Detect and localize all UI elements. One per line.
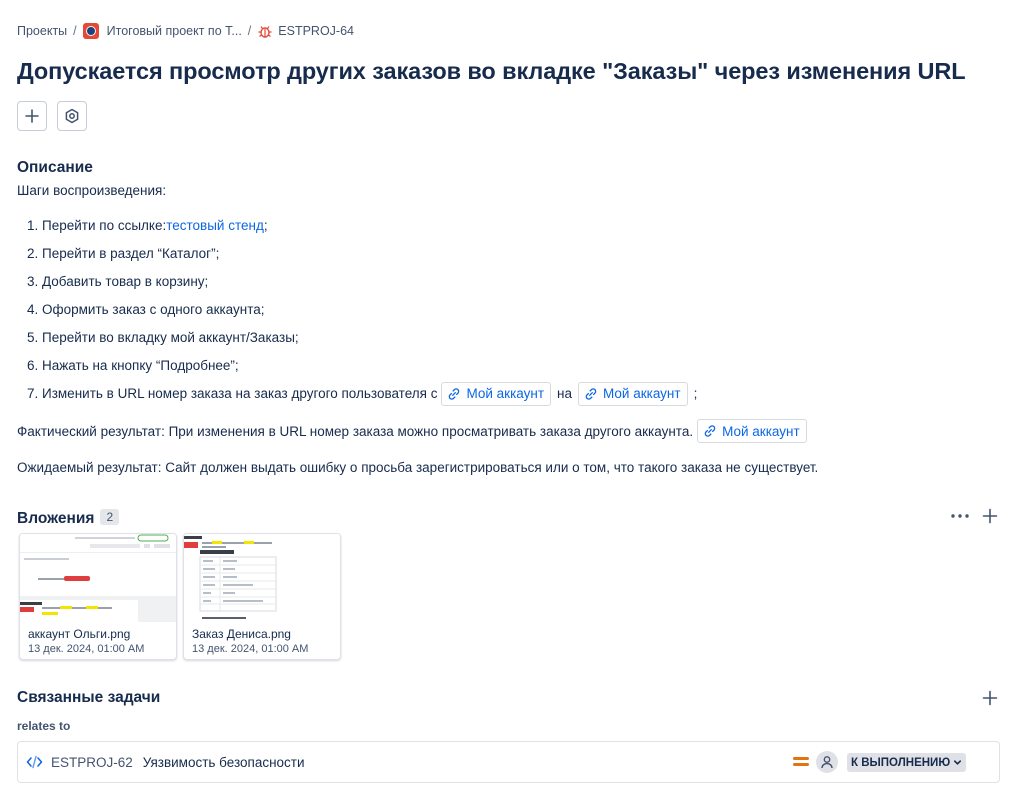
priority-medium-icon [793, 755, 809, 767]
attachment-date: 13 дек. 2024, 01:00 AM [192, 643, 309, 655]
add-button[interactable] [17, 101, 47, 131]
steps-list: 1. Перейти по ссылке: тестовый стенд ; 2… [27, 212, 697, 408]
expected-result: Ожидаемый результат: Сайт должен выдать … [17, 460, 819, 475]
linked-issues-heading: Связанные задачи [17, 689, 161, 706]
step-punct: ; [693, 386, 698, 401]
step-text: 2. Перейти в раздел “Каталог”; [27, 246, 220, 261]
breadcrumb-separator: / [73, 24, 77, 38]
status-dropdown[interactable]: К ВЫПОЛНЕНИЮ [847, 753, 967, 772]
attachments-heading: Вложения 2 [17, 509, 120, 528]
step-text: 7. Изменить в URL номер заказа на заказ … [27, 386, 438, 401]
my-account-link-chip[interactable]: Мой аккаунт [441, 382, 552, 406]
step-text: 1. Перейти по ссылке: [27, 218, 167, 233]
my-account-link-chip[interactable]: Мой аккаунт [697, 419, 807, 443]
breadcrumb: Проекты / Итоговый проект по Т... / ESTP… [17, 23, 354, 39]
breadcrumb-issue-key[interactable]: ESTPROJ-64 [278, 24, 354, 38]
attachment-card[interactable]: аккаунт Ольги.png 13 дек. 2024, 01:00 AM [19, 533, 177, 660]
relation-label: relates to [17, 719, 71, 733]
bug-icon [257, 23, 273, 39]
step-text: на [557, 386, 572, 401]
settings-icon [65, 108, 79, 124]
list-item: 6. Нажать на кнопку “Подробнее”; [27, 352, 697, 380]
status-label: К ВЫПОЛНЕНИЮ [851, 756, 951, 769]
attachment-thumbnail [20, 534, 176, 622]
list-item: 4. Оформить заказ с одного аккаунта; [27, 296, 697, 324]
list-item: 1. Перейти по ссылке: тестовый стенд ; [27, 212, 697, 240]
step-text: 4. Оформить заказ с одного аккаунта; [27, 302, 265, 317]
breadcrumb-projects-link[interactable]: Проекты [17, 24, 67, 38]
more-icon[interactable] [950, 508, 970, 524]
linked-issue-key[interactable]: ESTPROJ-62 [51, 755, 133, 770]
list-item: 5. Перейти во вкладку мой аккаунт/Заказы… [27, 324, 697, 352]
code-icon [26, 755, 43, 769]
attachment-card[interactable]: Заказ Дениса.png 13 дек. 2024, 01:00 AM [183, 533, 341, 660]
step-text: 5. Перейти во вкладку мой аккаунт/Заказы… [27, 330, 299, 345]
linked-issue-row[interactable]: ESTPROJ-62 Уязвимость безопасности К ВЫП… [17, 741, 1000, 783]
breadcrumb-separator: / [247, 24, 252, 38]
list-item: 7. Изменить в URL номер заказа на заказ … [27, 380, 697, 408]
list-item: 3. Добавить товар в корзину; [27, 268, 697, 296]
list-item: 2. Перейти в раздел “Каталог”; [27, 240, 697, 268]
plus-icon[interactable] [982, 690, 998, 706]
link-icon [704, 425, 716, 437]
step-text: 6. Нажать на кнопку “Подробнее”; [27, 358, 239, 373]
attachment-name: аккаунт Ольги.png [28, 627, 131, 641]
issue-title[interactable]: Допускается просмотр других заказов во в… [17, 58, 966, 85]
breadcrumb-project-link[interactable]: Итоговый проект по Т... [107, 24, 242, 38]
link-icon [585, 388, 597, 400]
attachment-date: 13 дек. 2024, 01:00 AM [28, 643, 145, 655]
chip-label: Мой аккаунт [466, 386, 545, 401]
apps-button[interactable] [57, 101, 87, 131]
plus-icon [25, 109, 39, 123]
attachments-actions [950, 508, 998, 524]
plus-icon[interactable] [982, 508, 998, 524]
linked-issues-actions [982, 690, 998, 706]
step-punct: ; [263, 218, 268, 233]
description-heading: Описание [17, 159, 93, 176]
test-stand-link[interactable]: тестовый стенд [166, 212, 264, 240]
step-text: 3. Добавить товар в корзину; [27, 274, 209, 289]
linked-issue-summary[interactable]: Уязвимость безопасности [143, 755, 305, 770]
attachments-heading-label: Вложения [17, 510, 95, 527]
chip-label: Мой аккаунт [722, 423, 800, 439]
chip-label: Мой аккаунт [603, 386, 681, 401]
project-avatar-icon [82, 23, 99, 39]
user-avatar-icon[interactable] [816, 751, 838, 773]
actual-result-text: Фактический результат: При изменения в U… [17, 423, 694, 439]
attachment-name: Заказ Дениса.png [192, 627, 291, 641]
chevron-down-icon [954, 760, 962, 765]
my-account-link-chip[interactable]: Мой аккаунт [578, 382, 688, 406]
actual-result: Фактический результат: При изменения в U… [17, 419, 811, 443]
steps-intro: Шаги воспроизведения: [17, 183, 167, 198]
attachments-count-badge: 2 [100, 509, 120, 525]
attachment-thumbnail [184, 534, 340, 622]
link-icon [449, 388, 460, 400]
